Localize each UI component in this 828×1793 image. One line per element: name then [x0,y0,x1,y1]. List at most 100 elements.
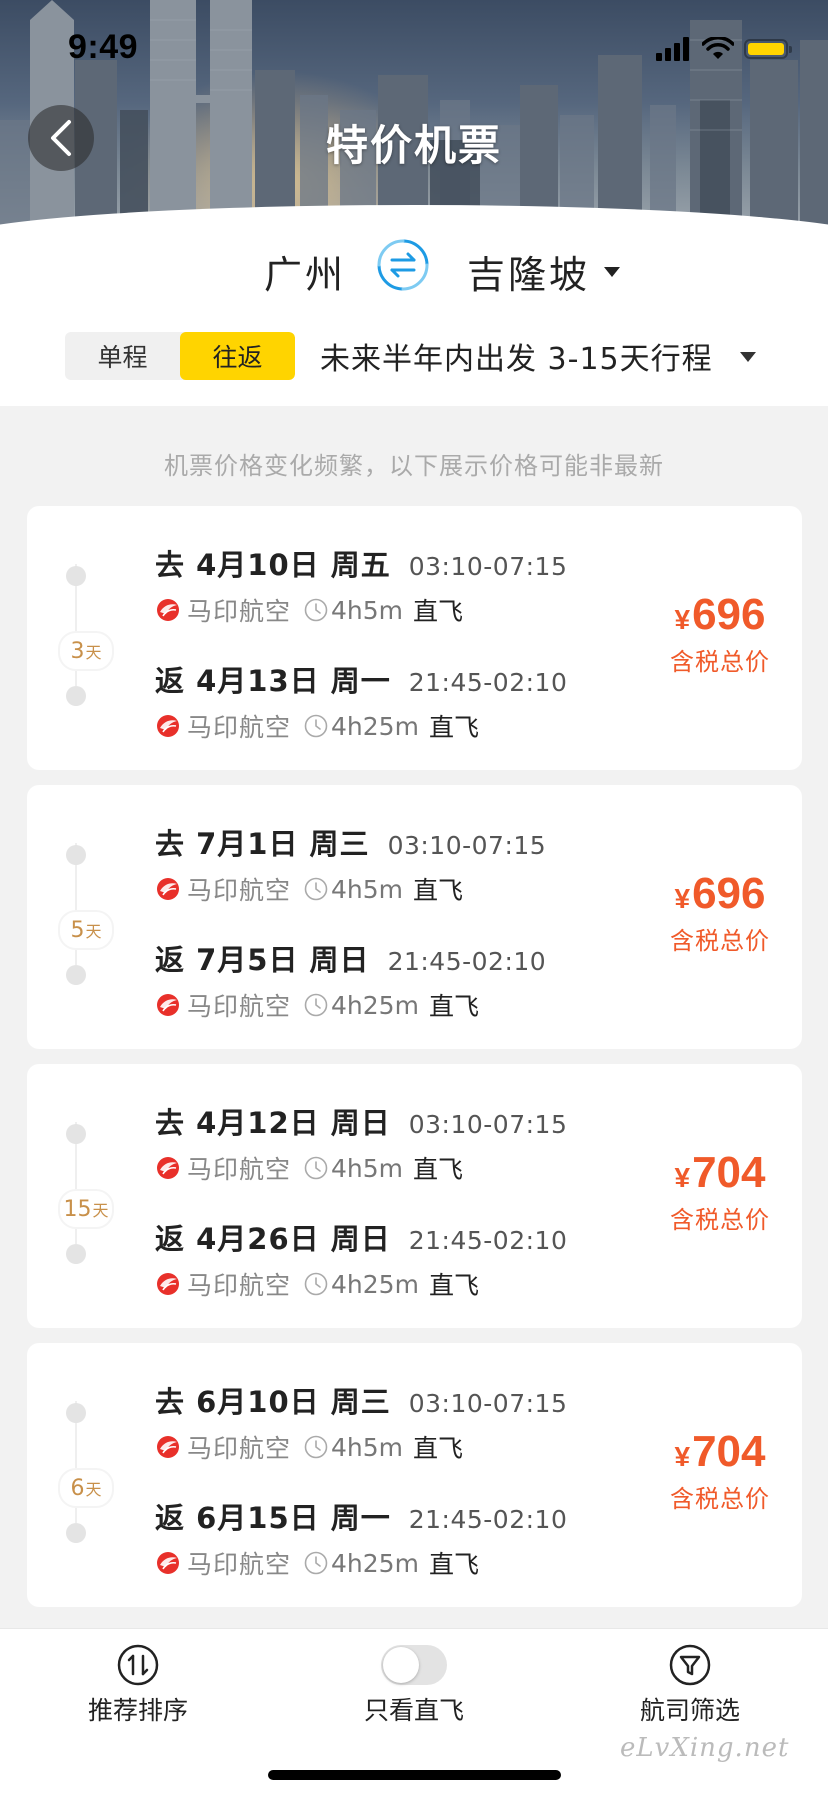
arrival-city[interactable]: 吉隆坡 [467,244,621,299]
price-value: 696 [692,869,766,918]
direct-flight-label: 直飞 [413,1434,464,1463]
direct-flight-label: 直飞 [413,597,464,626]
leg-date: 去 4月12日 周日 [155,1106,391,1140]
route-selector: 广州 吉隆坡 [0,230,828,320]
airline-name: 马印航空 [187,1271,292,1300]
timeline-dot [66,566,86,586]
trip-days-badge: 6天 [58,1468,114,1508]
battery-icon [744,39,792,59]
leg-date: 去 4月10日 周五 [155,548,391,582]
toggle-switch[interactable] [381,1645,447,1685]
leg-time: 21:45-02:10 [408,1505,568,1534]
clock-icon [304,1156,328,1180]
airline-logo-icon [157,1436,179,1458]
clock-icon [304,993,328,1017]
caret-down-icon[interactable] [740,352,756,362]
leg-date: 返 4月26日 周日 [155,1222,391,1256]
status-time: 9:49 [68,28,139,66]
outbound-leg: 去 4月12日 周日 03:10-07:15 马印航空 4h5m 直飞 [155,1100,567,1186]
clock-icon [304,1272,328,1296]
airline-filter-button[interactable]: 航司筛选 [610,1643,770,1727]
trip-days: 15 [63,1196,92,1222]
direct-flight-label: 直飞 [428,992,479,1021]
flight-deal-card[interactable]: 6天 去 6月10日 周三 03:10-07:15 马印航空 4h5m 直飞 返… [27,1343,802,1607]
watermark: eLvXing.net [620,1733,790,1763]
sort-label: 推荐排序 [87,1696,188,1725]
flight-duration: 4h5m [331,1153,404,1183]
airline-logo-icon [157,994,179,1016]
airline-name: 马印航空 [187,876,292,905]
sort-icon [117,1644,159,1686]
return-leg: 返 4月13日 周一 21:45-02:10 马印航空 4h25m 直飞 [155,658,567,744]
flight-deal-card[interactable]: 5天 去 7月1日 周三 03:10-07:15 马印航空 4h5m 直飞 返 … [27,785,802,1049]
direct-flight-label: 直飞 [428,1271,479,1300]
home-indicator [268,1770,561,1780]
trip-days: 6 [70,1475,85,1501]
clock-icon [304,1435,328,1459]
trip-days-unit: 天 [85,1480,102,1499]
caret-down-icon [604,266,621,277]
currency-symbol: ¥ [674,1441,691,1472]
leg-time: 03:10-07:15 [387,831,547,860]
flight-deal-card[interactable]: 15 天 去 4月12日 周日 03:10-07:15 马印航空 4h5m 直飞… [27,1064,802,1328]
price-amount: ¥696 [670,590,770,640]
arrival-city-label: 吉隆坡 [467,253,591,297]
clock-icon [304,598,328,622]
clock-icon [304,714,328,738]
trip-days-badge: 3天 [58,631,114,671]
airline-logo-icon [157,878,179,900]
flight-duration: 4h5m [331,595,404,625]
price-block: ¥704 含税总价 [670,1427,770,1514]
price-value: 704 [692,1427,766,1476]
outbound-leg: 去 7月1日 周三 03:10-07:15 马印航空 4h5m 直飞 [155,821,546,907]
airline-name: 马印航空 [187,1550,292,1579]
timeline-dot [66,1403,86,1423]
timeline-dot [66,686,86,706]
airline-name: 马印航空 [187,713,292,742]
airline-name: 马印航空 [187,1155,292,1184]
clock-icon [304,877,328,901]
round-trip-tab[interactable]: 往返 [180,332,295,380]
trip-days-unit: 天 [85,643,102,662]
price-block: ¥696 含税总价 [670,590,770,677]
filter-icon [669,1644,711,1686]
sort-button[interactable]: 推荐排序 [58,1643,218,1727]
leg-date: 返 7月5日 周日 [155,943,370,977]
trip-type-toggle: 单程 往返 [65,332,295,380]
direct-flight-label: 直飞 [428,713,479,742]
wifi-icon [702,37,734,59]
date-range-selector[interactable]: 未来半年内出发 3-15天行程 [320,334,713,378]
flight-deal-card[interactable]: 3天 去 4月10日 周五 03:10-07:15 马印航空 4h5m 直飞 返… [27,506,802,770]
price-amount: ¥704 [670,1427,770,1477]
leg-date: 返 4月13日 周一 [155,664,391,698]
timeline-dot [66,1523,86,1543]
flight-duration: 4h5m [331,1432,404,1462]
swap-icon[interactable] [373,235,433,295]
page-title: 特价机票 [325,121,502,170]
price-amount: ¥704 [670,1148,770,1198]
airline-logo-icon [157,599,179,621]
direct-only-toggle[interactable]: 只看直飞 [334,1645,494,1727]
leg-time: 03:10-07:15 [408,1110,568,1139]
price-label: 含税总价 [670,1206,770,1234]
clock-icon [304,1551,328,1575]
price-block: ¥704 含税总价 [670,1148,770,1235]
timeline-dot [66,845,86,865]
flight-duration: 4h25m [331,1548,419,1578]
airline-name: 马印航空 [187,1434,292,1463]
airline-filter-label: 航司筛选 [639,1696,740,1725]
return-leg: 返 4月26日 周日 21:45-02:10 马印航空 4h25m 直飞 [155,1216,567,1302]
airline-logo-icon [157,1552,179,1574]
timeline-dot [66,1124,86,1144]
price-amount: ¥696 [670,869,770,919]
direct-flight-label: 直飞 [413,1155,464,1184]
flight-duration: 4h25m [331,711,419,741]
bottom-toolbar: 推荐排序 只看直飞 航司筛选 eLvXing.net [0,1628,828,1793]
leg-time: 21:45-02:10 [408,1226,568,1255]
toggle-knob [383,1647,419,1683]
departure-city[interactable]: 广州 [264,244,346,299]
leg-time: 03:10-07:15 [408,1389,568,1418]
airline-logo-icon [157,1273,179,1295]
one-way-tab[interactable]: 单程 [65,332,180,380]
trip-options: 单程 往返 未来半年内出发 3-15天行程 [0,320,828,406]
